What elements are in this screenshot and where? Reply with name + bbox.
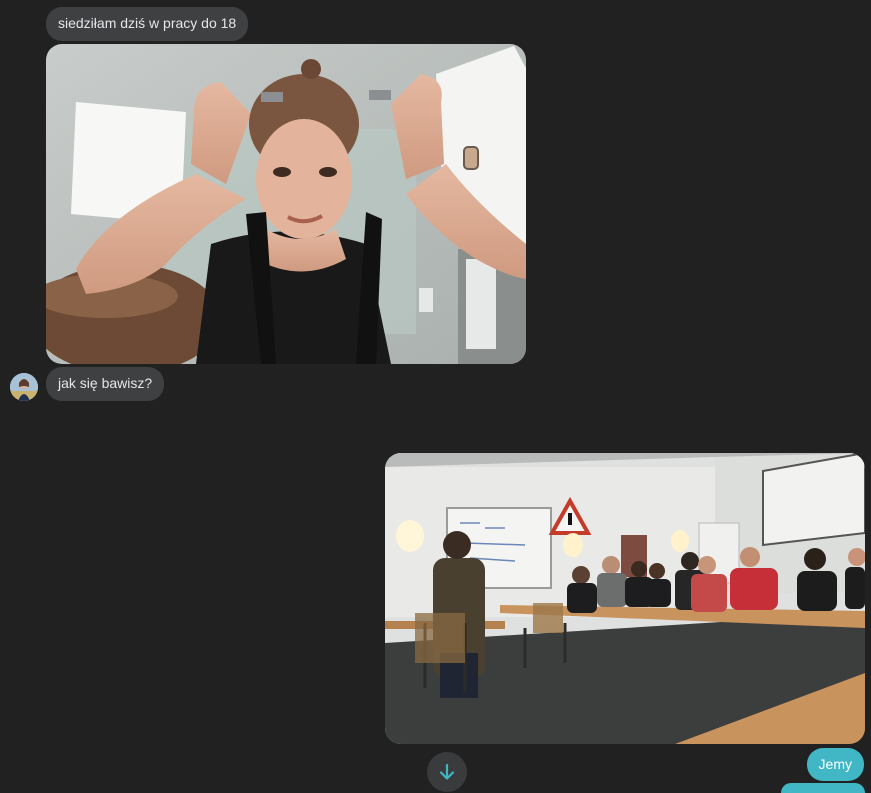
message-photo-outgoing[interactable] (385, 453, 865, 744)
message-bubble-outgoing[interactable]: Jemy (806, 748, 864, 781)
scroll-to-bottom-button[interactable] (427, 752, 467, 792)
arrow-down-icon (439, 763, 455, 780)
sender-avatar[interactable] (10, 373, 38, 401)
message-photo-incoming[interactable] (46, 44, 526, 364)
photo-woman-with-hair-clips (46, 44, 526, 364)
avatar-image (10, 373, 38, 401)
photo-group-at-tables (385, 453, 865, 744)
message-bubble-outgoing-partial[interactable] (781, 783, 865, 793)
message-bubble-incoming[interactable]: siedziłam dziś w pracy do 18 (46, 7, 249, 41)
message-bubble-incoming[interactable]: jak się bawisz? (46, 367, 165, 401)
